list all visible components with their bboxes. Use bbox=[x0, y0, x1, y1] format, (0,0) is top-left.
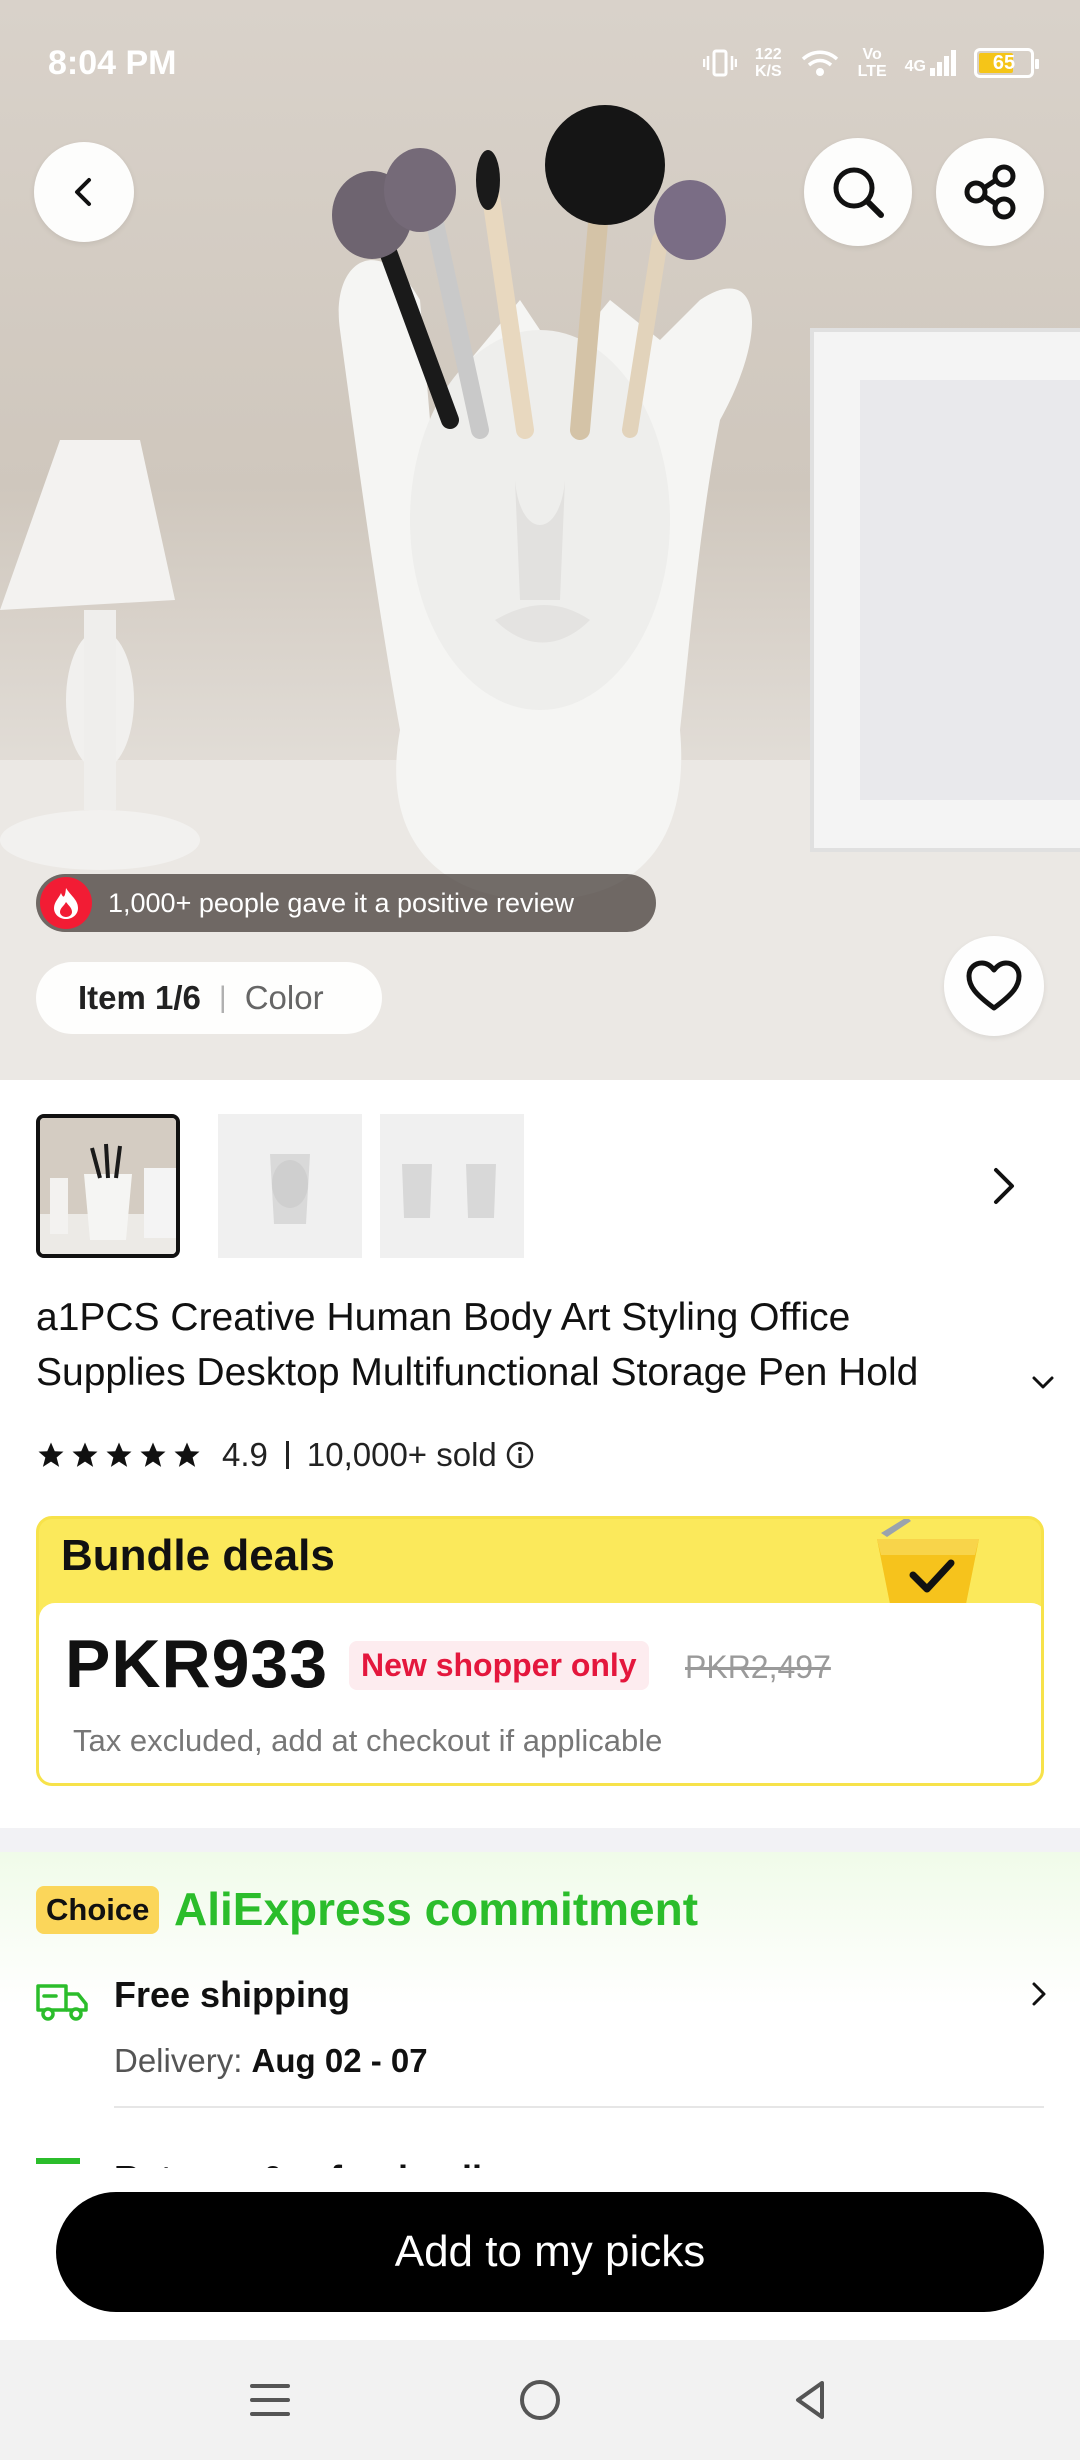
product-title-line-2: Supplies Desktop Multifunctional Storage… bbox=[36, 1351, 919, 1394]
aliexpress-commitment-section: Choice AliExpress commitment Free shippi… bbox=[0, 1852, 1080, 2192]
thumbnail-1[interactable] bbox=[36, 1114, 180, 1258]
home-circle-icon bbox=[520, 2380, 560, 2420]
shipping-title[interactable]: Free shipping bbox=[114, 1974, 350, 2016]
status-time: 8:04 PM bbox=[48, 44, 177, 82]
commitment-title: AliExpress commitment bbox=[174, 1883, 699, 1935]
chevron-down-icon[interactable] bbox=[1028, 1368, 1058, 1398]
search-button[interactable] bbox=[804, 138, 912, 246]
section-divider bbox=[0, 1828, 1080, 1852]
status-icons: 122 K/S Vo LTE 4G 65 bbox=[702, 46, 1039, 80]
back-nav-button[interactable] bbox=[774, 2364, 846, 2436]
volte-label: Vo LTE bbox=[857, 46, 887, 80]
item-selector[interactable]: Item 1/6 | Color bbox=[36, 962, 382, 1034]
star-icon bbox=[174, 1442, 200, 1467]
bundle-deals-card[interactable]: Bundle deals PKR933 New shopper only PKR… bbox=[36, 1516, 1044, 1786]
heart-icon bbox=[966, 960, 1022, 1011]
original-price: PKR2,497 bbox=[685, 1649, 831, 1685]
wifi-icon bbox=[801, 50, 838, 76]
system-navigation-bar bbox=[0, 2340, 1080, 2460]
choice-badge: Choice bbox=[36, 1886, 160, 1934]
thumbnail-2[interactable] bbox=[218, 1114, 362, 1258]
delivery-dates: Aug 02 - 07 bbox=[251, 2042, 428, 2079]
star-icon bbox=[140, 1442, 166, 1467]
sold-count: 10,000+ sold bbox=[306, 1436, 497, 1473]
menu-icon bbox=[250, 2384, 290, 2416]
add-to-picks-button[interactable]: Add to my picks bbox=[56, 2192, 1044, 2312]
variant-label: Color bbox=[244, 979, 324, 1016]
thumbnail-strip bbox=[36, 1114, 1044, 1262]
menu-nav-button[interactable] bbox=[234, 2364, 306, 2436]
bundle-heading: Bundle deals bbox=[61, 1531, 335, 1580]
positive-review-banner: 1,000+ people gave it a positive review bbox=[36, 874, 656, 932]
chevron-right-icon[interactable] bbox=[984, 1158, 1024, 1214]
signal-icon: 4G bbox=[905, 50, 956, 76]
returns-title[interactable]: Returns & refund policy bbox=[114, 2154, 522, 2168]
search-icon bbox=[833, 167, 884, 218]
status-bar: 8:04 PM 122 K/S Vo LTE 4G 65 bbox=[0, 0, 1080, 130]
info-icon[interactable] bbox=[505, 1440, 535, 1470]
thumbnail-3[interactable] bbox=[380, 1114, 524, 1258]
chevron-left-icon bbox=[75, 178, 91, 206]
star-icon bbox=[38, 1442, 64, 1467]
share-icon bbox=[964, 164, 1016, 220]
rating-value: 4.9 bbox=[222, 1436, 268, 1473]
review-text: 1,000+ people gave it a positive review bbox=[108, 887, 575, 918]
returns-icon bbox=[36, 2158, 80, 2168]
triangle-back-icon bbox=[796, 2381, 824, 2419]
item-count: Item 1/6 bbox=[78, 979, 201, 1016]
vibrate-icon bbox=[702, 49, 737, 77]
home-nav-button[interactable] bbox=[504, 2364, 576, 2436]
separator bbox=[285, 1441, 289, 1469]
back-button[interactable] bbox=[34, 142, 134, 242]
chevron-right-icon[interactable] bbox=[1028, 1978, 1050, 2010]
shopping-basket-icon bbox=[877, 1519, 979, 1609]
tax-note: Tax excluded, add at checkout if applica… bbox=[73, 1723, 663, 1758]
flame-icon bbox=[40, 877, 92, 929]
separator: | bbox=[218, 981, 227, 1014]
product-title[interactable]: a1PCS Creative Human Body Art Styling Of… bbox=[36, 1290, 1054, 1400]
share-button[interactable] bbox=[936, 138, 1044, 246]
product-hero-image[interactable]: 8:04 PM 122 K/S Vo LTE 4G 65 1,000+ peop… bbox=[0, 0, 1080, 1080]
star-rating bbox=[36, 1440, 202, 1470]
battery-icon: 65 bbox=[974, 48, 1039, 78]
sale-price: PKR933 bbox=[65, 1626, 329, 1702]
rating-row[interactable]: 4.9 10,000+ sold bbox=[36, 1430, 535, 1480]
new-shopper-badge: New shopper only bbox=[349, 1641, 649, 1690]
bundle-price-panel: PKR933 New shopper only PKR2,497 Tax exc… bbox=[39, 1603, 1041, 1783]
star-icon bbox=[106, 1442, 132, 1467]
divider bbox=[114, 2106, 1044, 2108]
network-speed: 122 K/S bbox=[754, 46, 782, 80]
wishlist-button[interactable] bbox=[944, 936, 1044, 1036]
delivery-info: Delivery: Aug 02 - 07 bbox=[114, 2042, 428, 2079]
star-icon bbox=[72, 1442, 98, 1467]
bottom-action-bar: Add to my picks bbox=[0, 2170, 1080, 2340]
product-title-line-1: a1PCS Creative Human Body Art Styling Of… bbox=[36, 1296, 851, 1339]
truck-icon bbox=[36, 1984, 88, 2021]
